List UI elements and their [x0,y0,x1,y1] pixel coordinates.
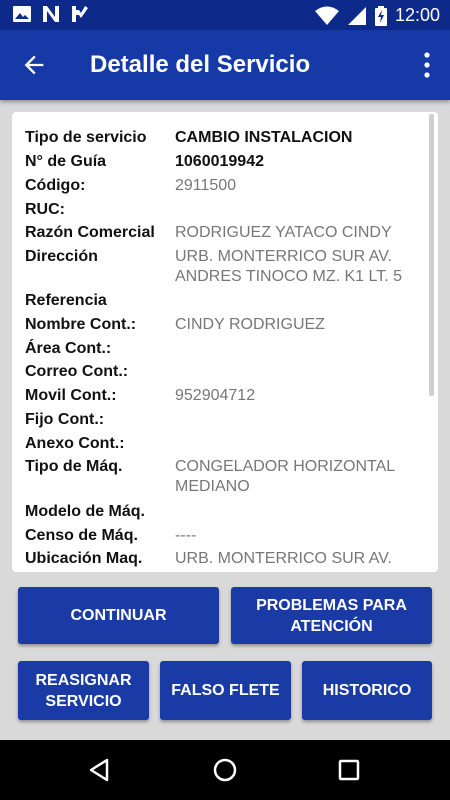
system-nav-bar [0,740,450,800]
detail-value: 952904712 [175,387,256,404]
detail-label: Referencia [25,292,107,309]
flag-check-icon [72,6,88,22]
detail-label: RUC: [25,201,65,218]
detail-value: 1060019942 [175,153,264,170]
detail-label: Nombre Cont.: [25,316,137,333]
detail-value: ---- [175,527,197,544]
status-clock: 12:00 [394,5,440,25]
status-bar: 12:00 [0,0,450,30]
detail-value: 2911500 [175,177,237,194]
scrollbar[interactable] [429,114,434,396]
detail-label: Censo de Máq. [25,527,138,544]
detail-label: Modelo de Máq. [25,503,145,520]
arrow-back-icon[interactable] [20,51,48,79]
image-icon [13,6,31,22]
wifi-icon [314,6,339,25]
detail-label: Código: [25,177,86,194]
page-title: Detalle del Servicio [90,51,311,78]
detail-value: URB. MONTERRICO SUR AV. ANDRES TINOCO MZ… [175,248,403,285]
detail-label: Movil Cont.: [25,387,117,404]
service-detail-card[interactable]: Tipo de servicio CAMBIO INSTALACION N° d… [12,112,438,572]
detail-value: CAMBIO INSTALACION [175,129,353,146]
detail-value: RODRIGUEZ YATACO CINDY [175,224,392,241]
detail-label: N° de Guía [25,153,107,170]
home-circle-icon[interactable] [210,755,240,785]
continuar-button[interactable]: CONTINUAR [18,587,219,644]
detail-label: Anexo Cont.: [25,435,125,452]
detail-label: Ubicación Maq. [25,550,143,567]
detail-value: CONGELADOR HORIZONTAL MEDIANO [175,458,395,495]
problemas-atencion-button[interactable]: PROBLEMAS PARA ATENCIÓN [231,587,432,644]
app-bar: Detalle del Servicio [0,30,450,100]
detail-value: CINDY RODRIGUEZ [175,316,325,333]
detail-label: Tipo de Máq. [25,458,123,475]
more-vert-icon[interactable] [422,50,432,80]
detail-label: Área Cont.: [25,340,112,357]
detail-value: URB. MONTERRICO SUR AV. [175,550,392,567]
back-triangle-icon[interactable] [85,755,115,785]
detail-label: Fijo Cont.: [25,411,105,428]
reasignar-servicio-button[interactable]: REASIGNAR SERVICIO [18,661,149,720]
signal-icon [347,6,366,25]
battery-charging-icon [374,5,387,26]
historico-button[interactable]: HISTORICO [302,661,432,720]
detail-label: Correo Cont.: [25,363,129,380]
falso-flete-button[interactable]: FALSO FLETE [160,661,291,720]
n-notification-icon [43,6,59,22]
detail-label: Razón Comercial [25,224,155,241]
detail-label: Tipo de servicio [25,129,147,146]
recents-square-icon[interactable] [334,755,364,785]
detail-label: Dirección [25,248,98,265]
